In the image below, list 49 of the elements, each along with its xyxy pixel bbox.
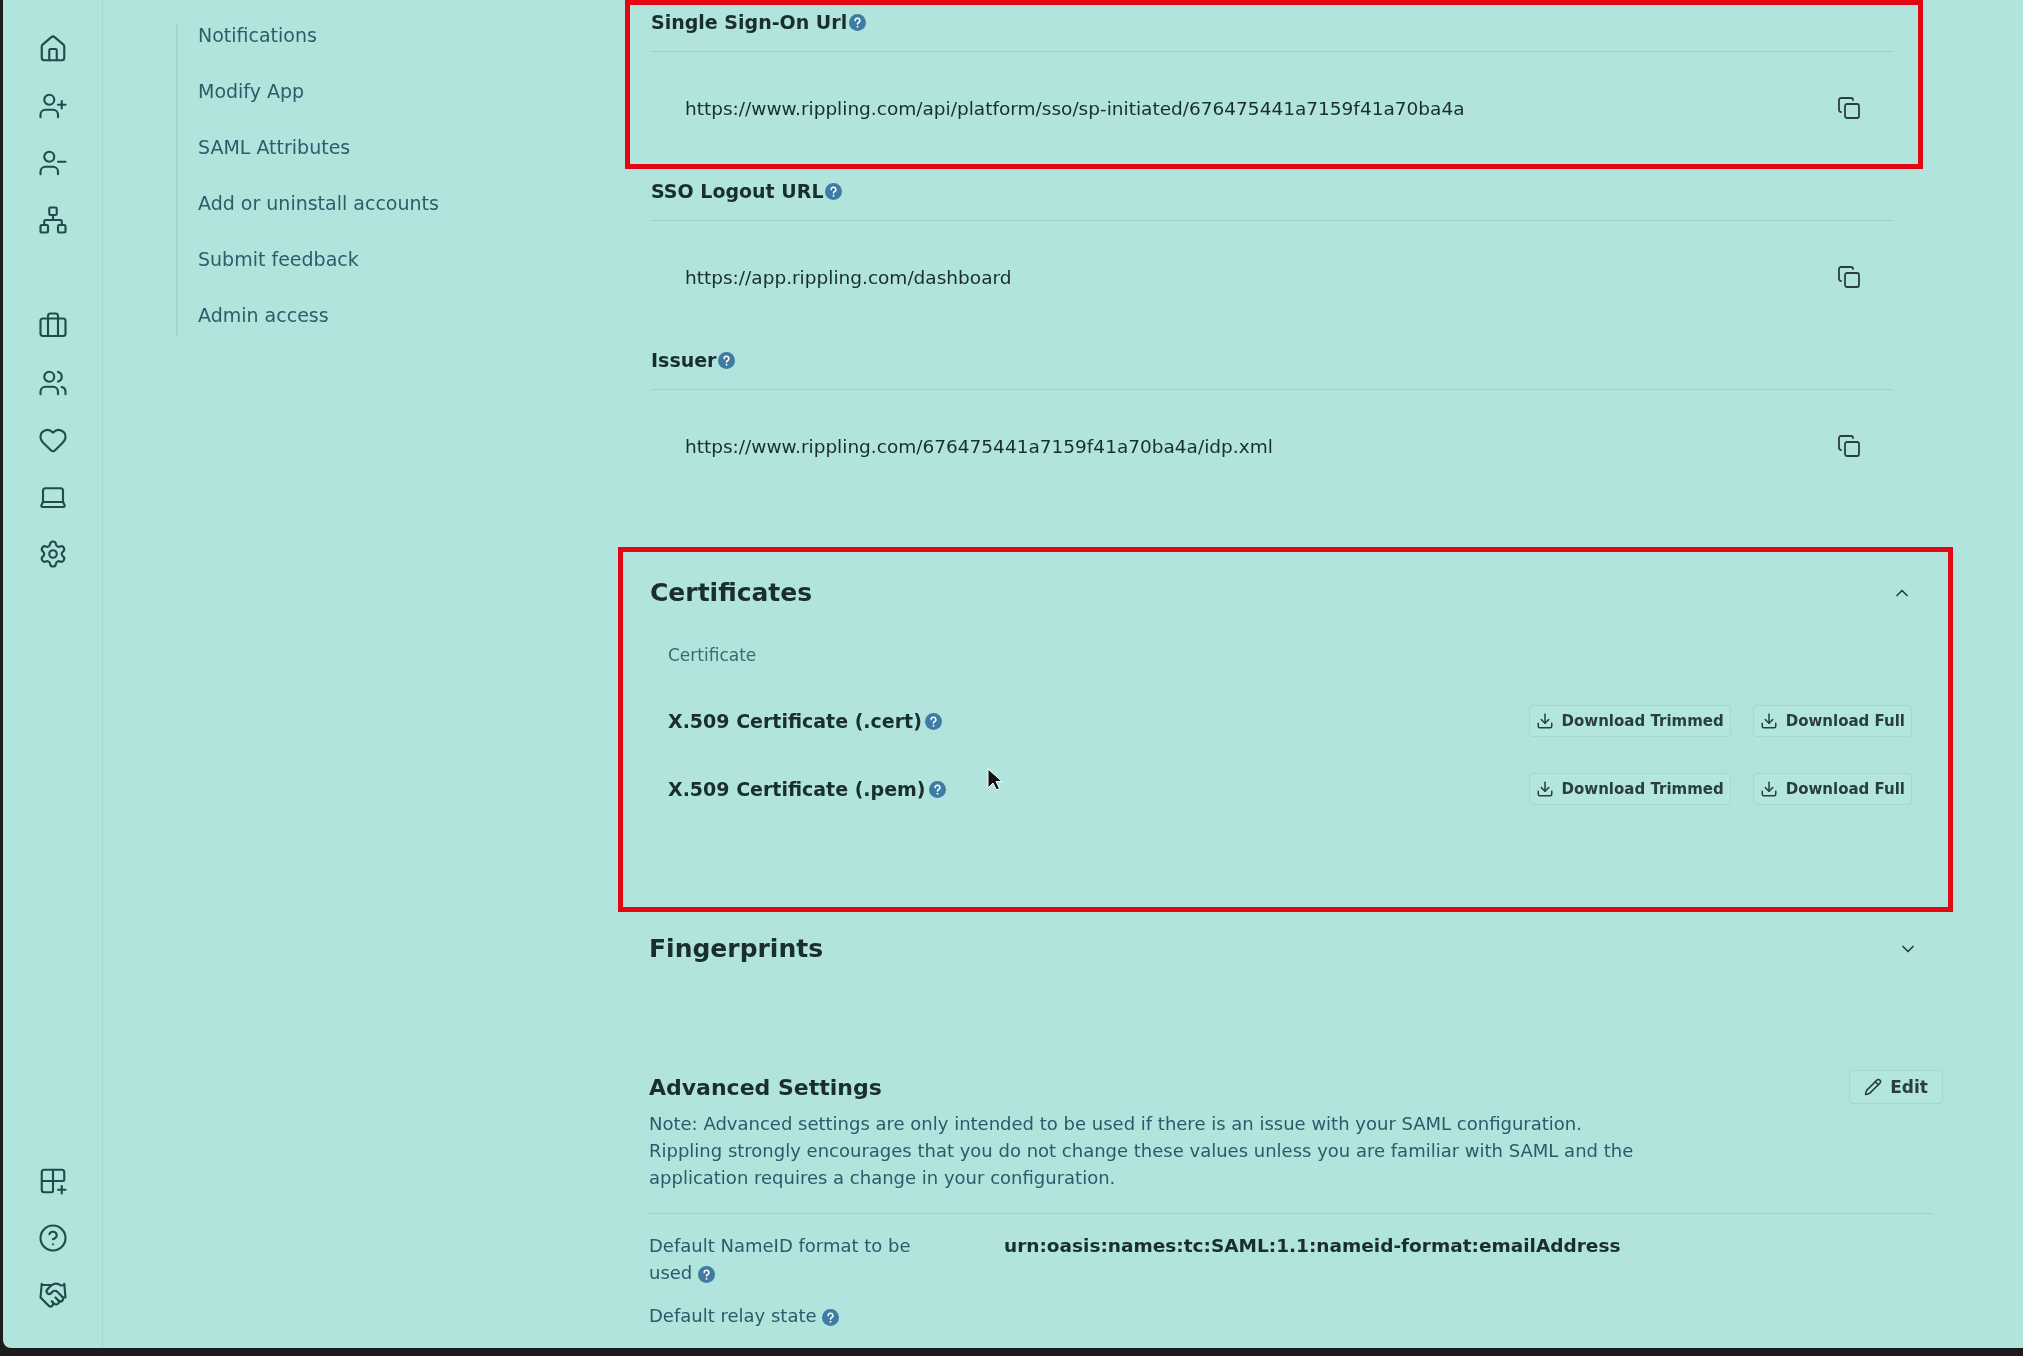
help-icon[interactable] xyxy=(698,1265,716,1283)
download-icon xyxy=(1535,712,1554,730)
setting-label: Default relay state xyxy=(649,1302,939,1329)
copy-button[interactable] xyxy=(1837,265,1861,289)
download-button[interactable]: Download Full xyxy=(1752,773,1912,805)
download-icon xyxy=(1759,712,1778,730)
field-label: Issuer xyxy=(651,349,717,371)
nav-link[interactable]: Notifications xyxy=(198,24,317,46)
help-icon[interactable] xyxy=(37,1223,68,1253)
download-button[interactable]: Download Trimmed xyxy=(1528,705,1731,737)
column-header: Certificate xyxy=(668,645,758,665)
help-icon[interactable] xyxy=(718,351,736,369)
pencil-icon xyxy=(1864,1078,1883,1096)
remove-user-icon[interactable] xyxy=(37,148,68,178)
help-icon[interactable] xyxy=(825,182,843,200)
add-user-icon[interactable] xyxy=(37,91,68,121)
nav-link[interactable]: Admin access xyxy=(198,304,329,326)
download-icon xyxy=(1759,780,1778,798)
setting-label: Default NameID format to be used xyxy=(649,1234,912,1285)
edit-button[interactable]: Edit xyxy=(1849,1070,1943,1104)
people-icon[interactable] xyxy=(37,368,68,398)
help-icon[interactable] xyxy=(822,1308,840,1326)
help-icon[interactable] xyxy=(928,780,946,798)
copy-button[interactable] xyxy=(1837,96,1861,120)
note-text: Note: Advanced settings are only intended to be used if there is an issue with your SAML configuration. Rippling strongly encourages that you do not change these values unless you are familiar with SAML and the application requires a change in your configuration. xyxy=(649,1112,1635,1190)
download-button[interactable]: Download Trimmed xyxy=(1528,773,1731,805)
nav-link[interactable]: Submit feedback xyxy=(198,248,359,270)
field-label: SSO Logout URL xyxy=(651,180,824,202)
handshake-icon[interactable] xyxy=(37,1280,68,1310)
section-title: Certificates xyxy=(650,578,813,607)
certificate-name: X.509 Certificate (.pem) xyxy=(668,778,926,800)
download-button[interactable]: Download Full xyxy=(1752,705,1912,737)
help-icon[interactable] xyxy=(924,712,942,730)
nav-link[interactable]: SAML Attributes xyxy=(198,136,351,158)
section-title: Advanced Settings xyxy=(649,1074,882,1100)
field-label: Single Sign-On Url xyxy=(651,11,848,33)
mouse-cursor-icon xyxy=(987,768,1003,792)
download-icon xyxy=(1535,780,1554,798)
url-text: https://app.rippling.com/dashboard xyxy=(685,266,1012,288)
certificate-name: X.509 Certificate (.cert) xyxy=(668,710,922,732)
nav-link[interactable]: Modify App xyxy=(198,80,305,102)
section-title: Fingerprints xyxy=(649,934,824,963)
copy-button[interactable] xyxy=(1837,434,1861,458)
help-icon[interactable] xyxy=(849,13,867,31)
url-text: https://www.rippling.com/676475441a7159f41a70ba4a/idp.xml xyxy=(685,435,1273,457)
setting-value: urn:oasis:names:tc:SAML:1.1:nameid-format:emailAddress xyxy=(1004,1234,1622,1258)
url-text: https://www.rippling.com/api/platform/sso/sp-initiated/676475441a7159f41a70ba4a xyxy=(685,97,1465,119)
nav-link[interactable]: Add or uninstall accounts xyxy=(198,192,439,214)
org-chart-icon[interactable] xyxy=(37,205,68,235)
